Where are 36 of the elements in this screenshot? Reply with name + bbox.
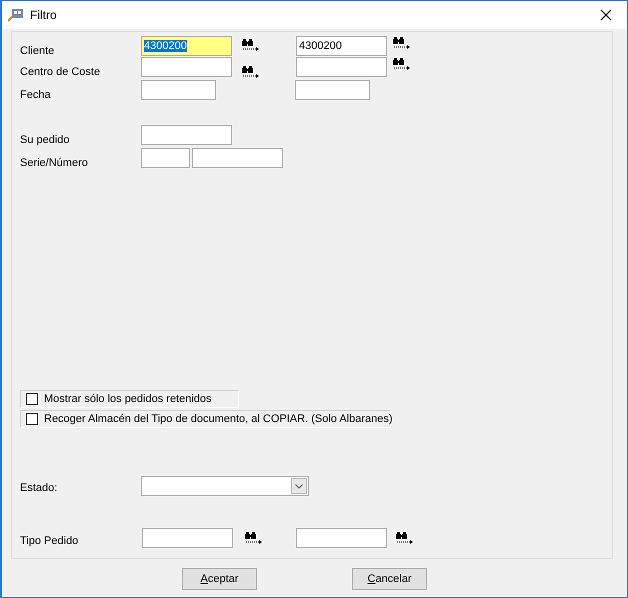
binoculars-icon[interactable] xyxy=(393,36,411,50)
checkbox[interactable] xyxy=(26,393,38,405)
text-field[interactable] xyxy=(295,80,370,100)
binoculars-icon[interactable] xyxy=(393,57,411,71)
cancel-button[interactable]: Cancelar xyxy=(352,568,427,590)
checkbox[interactable] xyxy=(26,413,38,425)
checkbox-label: Recoger Almacén del Tipo de documento, al COPIAR. (Solo Albaranes) xyxy=(44,413,393,425)
field-label: Cliente xyxy=(20,44,56,57)
text-field[interactable] xyxy=(141,125,232,145)
close-icon[interactable] xyxy=(600,9,612,21)
binoculars-icon[interactable] xyxy=(242,65,260,79)
accept-button[interactable]: Aceptar xyxy=(182,568,257,590)
text-field[interactable] xyxy=(296,528,387,548)
text-field[interactable] xyxy=(192,148,283,168)
field-label: Centro de Coste xyxy=(20,65,102,78)
text-field[interactable] xyxy=(141,148,190,168)
text-field[interactable]: 4300200 xyxy=(296,36,387,56)
binoculars-icon[interactable] xyxy=(242,38,260,52)
chevron-icon[interactable] xyxy=(291,478,307,494)
app-icon xyxy=(8,8,24,22)
field-label: Serie/Número xyxy=(20,156,89,169)
checkbox-option[interactable]: Mostrar sólo los pedidos retenidos xyxy=(20,390,239,408)
field-label: Estado: xyxy=(20,481,58,494)
field-label: Fecha xyxy=(20,88,52,101)
binoculars-icon[interactable] xyxy=(396,531,414,545)
text-field[interactable] xyxy=(141,80,216,100)
field-label: Su pedido xyxy=(20,133,71,146)
window-title: Filtro xyxy=(30,8,58,22)
text-field[interactable] xyxy=(296,57,387,77)
field-label: Tipo Pedido xyxy=(20,534,80,547)
checkbox-label: Mostrar sólo los pedidos retenidos xyxy=(44,393,212,405)
text-field[interactable] xyxy=(141,57,232,77)
binoculars-icon[interactable] xyxy=(245,531,263,545)
text-field[interactable]: 4300200 xyxy=(141,36,232,56)
text-field[interactable] xyxy=(142,528,233,548)
checkbox-option[interactable]: Recoger Almacén del Tipo de documento, al COPIAR. (Solo Albaranes) xyxy=(20,410,391,428)
